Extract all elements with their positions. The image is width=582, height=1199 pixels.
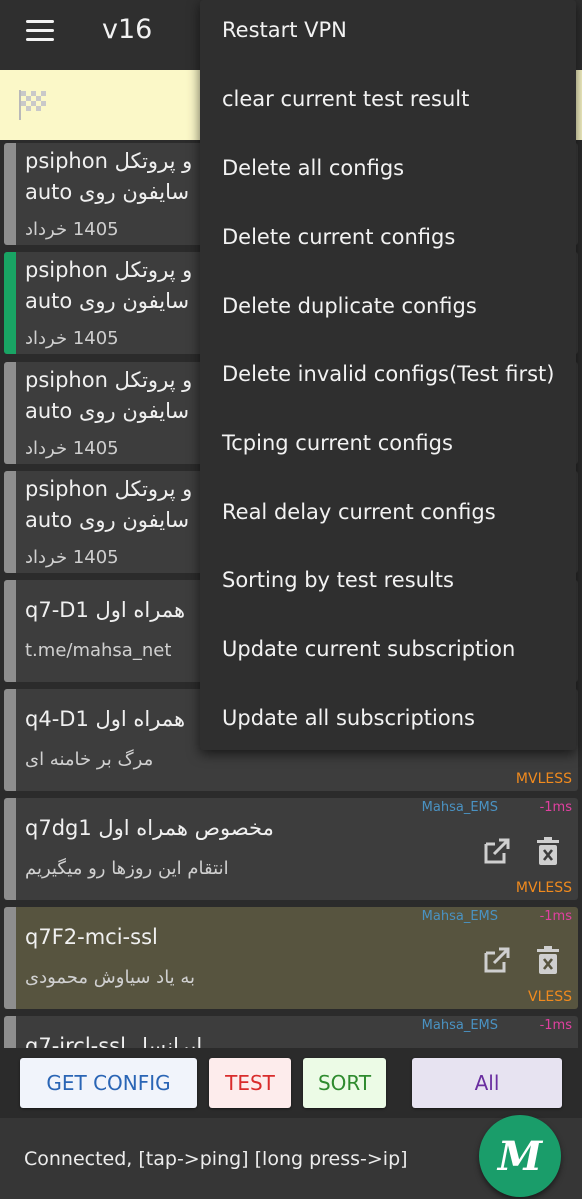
menu-item-delete-all-configs[interactable]: Delete all configs: [222, 156, 404, 180]
menu-item-delete-current-configs[interactable]: Delete current configs: [222, 225, 455, 249]
connect-fab-button[interactable]: M: [479, 1115, 561, 1197]
card-date: 1405 خرداد: [25, 328, 119, 349]
card-date: 1405 خرداد: [25, 547, 119, 568]
card-subtitle: auto سایفون روی: [25, 289, 190, 313]
card-active-bar: [4, 252, 16, 354]
app-title: v16: [102, 14, 153, 45]
config-remark: به یاد سیاوش محمودی: [25, 967, 196, 988]
card-indicator-bar: [4, 580, 16, 682]
hamburger-menu-icon[interactable]: [26, 20, 54, 42]
card-indicator-bar: [4, 689, 16, 791]
sort-button[interactable]: SORT: [303, 1058, 386, 1108]
menu-item-delete-invalid-configs[interactable]: Delete invalid configs(Test first): [222, 362, 554, 386]
menu-item-clear-test-result[interactable]: clear current test result: [222, 87, 469, 111]
config-remark: مرگ بر خامنه ای: [25, 749, 154, 770]
config-name: q4-D1 همراه اول: [25, 707, 186, 731]
test-button[interactable]: TEST: [209, 1058, 291, 1108]
delete-icon[interactable]: [536, 836, 560, 866]
config-remark: t.me/mahsa_net: [25, 640, 172, 661]
overflow-menu: Restart VPN clear current test result De…: [200, 0, 576, 750]
subscription-tag: Mahsa_EMS: [421, 800, 498, 815]
menu-item-restart-vpn[interactable]: Restart VPN: [222, 18, 347, 42]
connection-status-text[interactable]: Connected, [tap->ping] [long press->ip]: [24, 1148, 408, 1170]
menu-item-update-current-subscription[interactable]: Update current subscription: [222, 637, 515, 661]
share-icon[interactable]: [482, 836, 512, 866]
menu-item-update-all-subscriptions[interactable]: Update all subscriptions: [222, 706, 475, 730]
menu-item-delete-duplicate-configs[interactable]: Delete duplicate configs: [222, 294, 477, 318]
config-name: q7dg1 مخصوص همراه اول: [25, 816, 274, 840]
card-title: psiphon و پروتکل: [25, 477, 193, 501]
card-indicator-bar: [4, 143, 16, 245]
menu-item-real-delay-configs[interactable]: Real delay current configs: [222, 500, 496, 524]
config-card[interactable]: Mahsa_EMS -1ms q7-ircl-ssl ایرانسل: [4, 1016, 578, 1048]
config-name: q7-D1 همراه اول: [25, 598, 186, 622]
card-date: 1405 خرداد: [25, 219, 119, 240]
config-remark: انتقام این روزها رو میگیریم: [25, 858, 229, 879]
card-indicator-bar: [4, 1016, 16, 1048]
card-indicator-bar: [4, 471, 16, 573]
share-icon[interactable]: [482, 945, 512, 975]
card-title: psiphon و پروتکل: [25, 368, 193, 392]
protocol-label: MVLESS: [515, 880, 572, 896]
mahsa-logo-icon: M: [497, 1132, 543, 1180]
protocol-label: MVLESS: [515, 771, 572, 787]
delay-label: -1ms: [539, 1018, 572, 1033]
card-indicator-bar: [4, 907, 16, 1009]
config-card[interactable]: Mahsa_EMS -1ms q7dg1 مخصوص همراه اول انت…: [4, 798, 578, 900]
menu-item-tcping-configs[interactable]: Tcping current configs: [222, 431, 453, 455]
subscription-filter-button[interactable]: All: [412, 1058, 562, 1108]
checkered-flag-icon: [19, 90, 46, 120]
delay-label: -1ms: [539, 800, 572, 815]
card-title: psiphon و پروتکل: [25, 149, 193, 173]
card-title: psiphon و پروتکل: [25, 258, 193, 282]
config-name: q7-ircl-ssl ایرانسل: [25, 1034, 203, 1048]
card-indicator-bar: [4, 362, 16, 464]
delay-label: -1ms: [539, 909, 572, 924]
delete-icon[interactable]: [536, 945, 560, 975]
subscription-tag: Mahsa_EMS: [421, 1018, 498, 1033]
menu-item-sort-by-results[interactable]: Sorting by test results: [222, 568, 454, 592]
get-config-button[interactable]: GET CONFIG: [20, 1058, 197, 1108]
card-date: 1405 خرداد: [25, 438, 119, 459]
card-indicator-bar: [4, 798, 16, 900]
config-name: q7F2-mci-ssl: [25, 925, 158, 949]
subscription-tag: Mahsa_EMS: [421, 909, 498, 924]
card-subtitle: auto سایفون روی: [25, 508, 190, 532]
config-card-current[interactable]: Mahsa_EMS -1ms q7F2-mci-ssl به یاد سیاوش…: [4, 907, 578, 1009]
protocol-label: VLESS: [528, 989, 572, 1005]
card-subtitle: auto سایفون روی: [25, 180, 190, 204]
card-subtitle: auto سایفون روی: [25, 399, 190, 423]
